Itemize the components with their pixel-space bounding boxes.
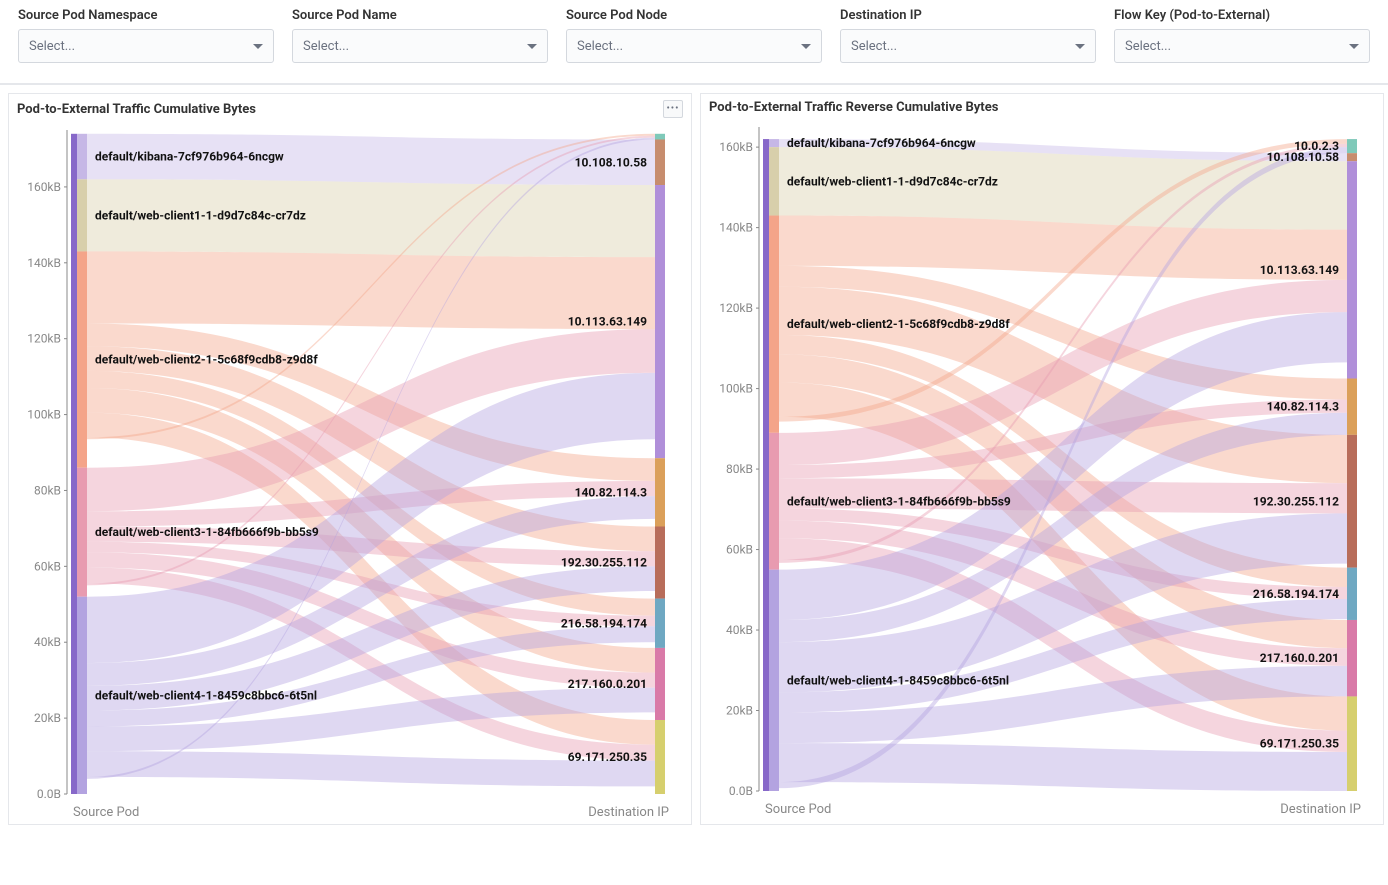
svg-text:160kB: 160kB bbox=[719, 140, 753, 154]
svg-text:140kB: 140kB bbox=[719, 221, 753, 235]
panel-title: Pod-to-External Traffic Reverse Cumulati… bbox=[709, 100, 998, 115]
svg-text:20kB: 20kB bbox=[726, 704, 753, 718]
filter-label: Source Pod Name bbox=[292, 8, 548, 23]
svg-text:default/web-client2-1-5c68f9cd: default/web-client2-1-5c68f9cdb8-z9d8f bbox=[787, 317, 1010, 331]
svg-text:80kB: 80kB bbox=[34, 483, 61, 497]
svg-text:140.82.114.3: 140.82.114.3 bbox=[1267, 400, 1340, 414]
svg-text:80kB: 80kB bbox=[726, 462, 753, 476]
svg-text:160kB: 160kB bbox=[27, 180, 61, 194]
svg-text:default/web-client2-1-5c68f9cd: default/web-client2-1-5c68f9cdb8-z9d8f bbox=[95, 353, 318, 367]
svg-text:140.82.114.3: 140.82.114.3 bbox=[575, 485, 648, 499]
chevron-down-icon bbox=[801, 44, 811, 49]
svg-text:10.113.63.149: 10.113.63.149 bbox=[1260, 263, 1339, 277]
svg-text:default/web-client4-1-8459c8bb: default/web-client4-1-8459c8bbc6-6t5nl bbox=[95, 688, 317, 702]
svg-text:217.160.0.201: 217.160.0.201 bbox=[1260, 651, 1339, 665]
svg-text:Source Pod: Source Pod bbox=[765, 802, 831, 817]
panel-reverse-cumulative-bytes: Pod-to-External Traffic Reverse Cumulati… bbox=[700, 93, 1384, 825]
svg-text:Destination IP: Destination IP bbox=[1280, 802, 1361, 817]
svg-text:192.30.255.112: 192.30.255.112 bbox=[1253, 494, 1339, 508]
svg-text:20kB: 20kB bbox=[34, 711, 61, 725]
svg-text:10.108.10.58: 10.108.10.58 bbox=[1267, 150, 1340, 164]
svg-text:216.58.194.174: 216.58.194.174 bbox=[1253, 587, 1339, 601]
filter-bar: Source Pod Namespace Select... Source Pod … bbox=[0, 0, 1388, 85]
filter-select[interactable]: Select... bbox=[292, 29, 548, 63]
svg-text:10.113.63.149: 10.113.63.149 bbox=[568, 315, 647, 329]
svg-text:100kB: 100kB bbox=[719, 382, 753, 396]
svg-text:60kB: 60kB bbox=[34, 559, 61, 573]
filter-label: Flow Key (Pod-to-External) bbox=[1114, 8, 1370, 23]
svg-text:40kB: 40kB bbox=[726, 623, 753, 637]
svg-text:Source Pod: Source Pod bbox=[73, 805, 139, 820]
filter-select[interactable]: Select... bbox=[566, 29, 822, 63]
filter-select[interactable]: Select... bbox=[18, 29, 274, 63]
svg-text:192.30.255.112: 192.30.255.112 bbox=[561, 556, 647, 570]
svg-text:default/web-client3-1-84fb666f: default/web-client3-1-84fb666f9b-bb5s9 bbox=[787, 494, 1011, 508]
chevron-down-icon bbox=[1349, 44, 1359, 49]
svg-text:60kB: 60kB bbox=[726, 543, 753, 557]
filter-label: Source Pod Namespace bbox=[18, 8, 274, 23]
svg-text:140kB: 140kB bbox=[27, 256, 61, 270]
svg-text:69.171.250.35: 69.171.250.35 bbox=[1260, 737, 1339, 751]
svg-text:100kB: 100kB bbox=[27, 408, 61, 422]
svg-text:10.108.10.58: 10.108.10.58 bbox=[575, 155, 648, 169]
svg-text:default/web-client3-1-84fb666f: default/web-client3-1-84fb666f9b-bb5s9 bbox=[95, 525, 319, 539]
svg-text:120kB: 120kB bbox=[719, 301, 753, 315]
svg-text:216.58.194.174: 216.58.194.174 bbox=[561, 616, 647, 630]
chevron-down-icon bbox=[1075, 44, 1085, 49]
chevron-down-icon bbox=[527, 44, 537, 49]
svg-text:default/web-client4-1-8459c8bb: default/web-client4-1-8459c8bbc6-6t5nl bbox=[787, 673, 1009, 687]
panel-title: Pod-to-External Traffic Cumulative Bytes bbox=[17, 102, 256, 117]
panel-menu-button[interactable]: ••• bbox=[663, 100, 683, 118]
svg-text:40kB: 40kB bbox=[34, 635, 61, 649]
panel-cumulative-bytes: Pod-to-External Traffic Cumulative Bytes… bbox=[8, 93, 692, 825]
svg-text:Destination IP: Destination IP bbox=[588, 805, 669, 820]
svg-text:0.0B: 0.0B bbox=[729, 784, 753, 798]
svg-text:0.0B: 0.0B bbox=[37, 787, 61, 801]
svg-text:default/kibana-7cf976b964-6ncg: default/kibana-7cf976b964-6ncgw bbox=[787, 136, 976, 150]
sankey-chart: 0.0B 20kB 40kB 60kB 80kB 100kB 120kB 140kB 160kB… bbox=[9, 124, 691, 824]
sankey-chart: 0.0B 20kB 40kB 60kB 80kB 100kB 120kB 140kB 160kB… bbox=[701, 121, 1383, 821]
filter-select[interactable]: Select... bbox=[840, 29, 1096, 63]
filter-select[interactable]: Select... bbox=[1114, 29, 1370, 63]
svg-text:default/kibana-7cf976b964-6ncg: default/kibana-7cf976b964-6ncgw bbox=[95, 150, 284, 164]
chevron-down-icon bbox=[253, 44, 263, 49]
svg-text:default/web-client1-1-d9d7c84c: default/web-client1-1-d9d7c84c-cr7dz bbox=[787, 174, 998, 188]
more-icon: ••• bbox=[666, 104, 679, 114]
svg-text:default/web-client1-1-d9d7c84c: default/web-client1-1-d9d7c84c-cr7dz bbox=[95, 208, 306, 222]
filter-label: Source Pod Node bbox=[566, 8, 822, 23]
svg-text:217.160.0.201: 217.160.0.201 bbox=[568, 677, 647, 691]
svg-text:69.171.250.35: 69.171.250.35 bbox=[568, 750, 647, 764]
svg-text:120kB: 120kB bbox=[27, 332, 61, 346]
filter-label: Destination IP bbox=[840, 8, 1096, 23]
